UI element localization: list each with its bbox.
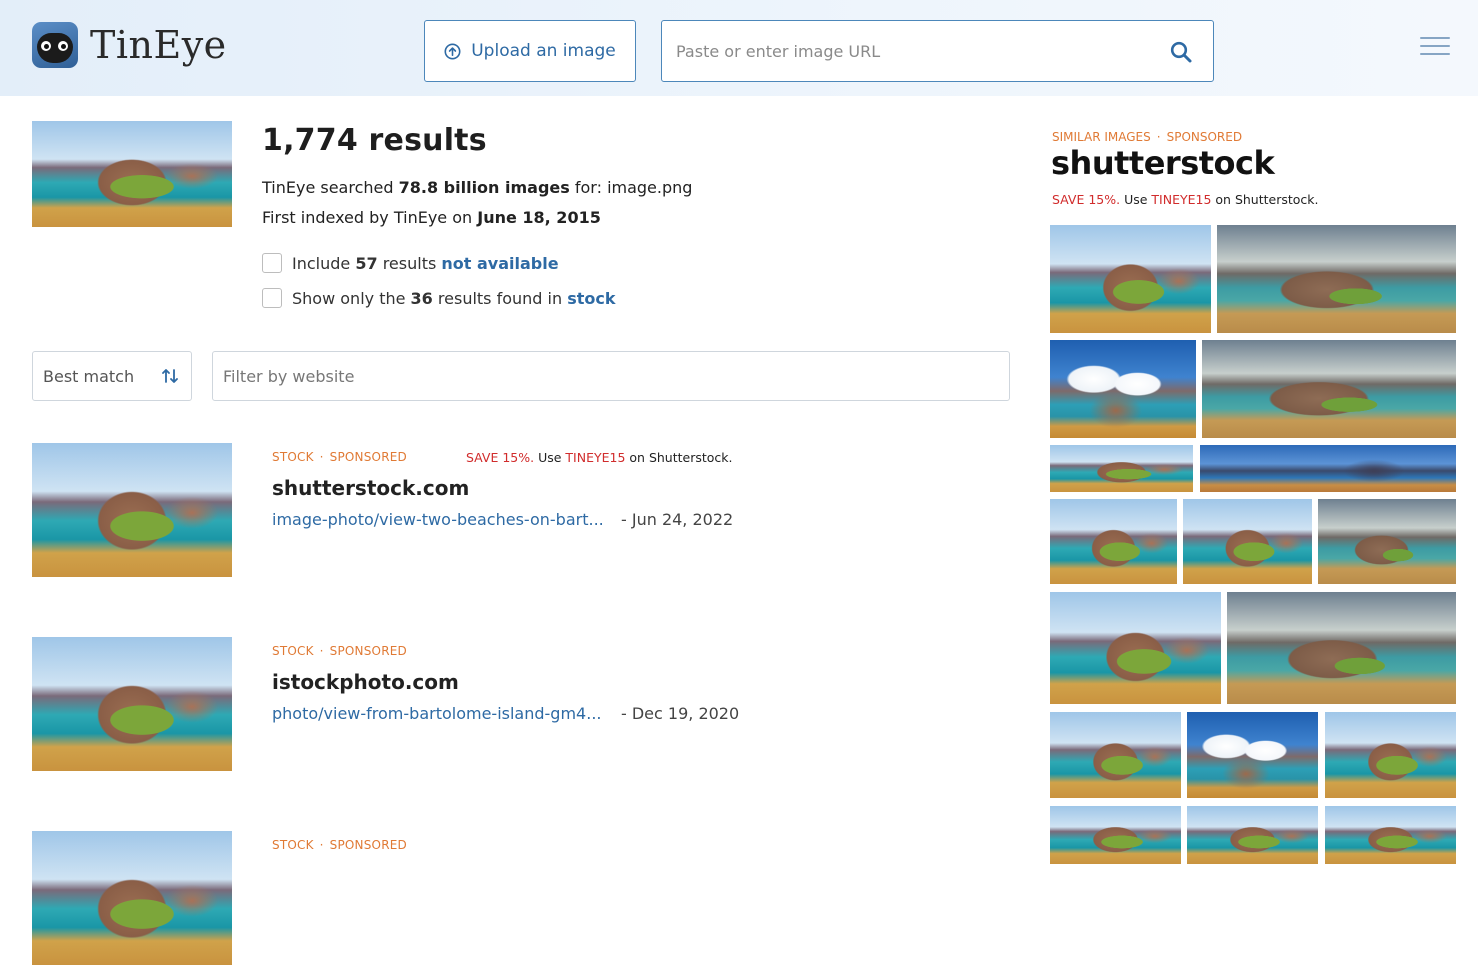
similar-image-thumbnail[interactable] bbox=[1050, 445, 1193, 492]
similar-image-thumbnail[interactable] bbox=[1227, 592, 1456, 704]
similar-image-thumbnail[interactable] bbox=[1200, 445, 1456, 492]
result-thumbnail[interactable] bbox=[32, 831, 232, 965]
sort-label: Best match bbox=[43, 366, 135, 386]
similar-image-thumbnail[interactable] bbox=[1325, 806, 1456, 864]
filter-website-field bbox=[212, 351, 1010, 401]
sort-arrows-icon bbox=[162, 369, 178, 383]
sidebar-promo: SAVE 15%. Use TINEYE15 on Shutterstock. bbox=[1052, 192, 1319, 207]
image-url-field bbox=[661, 20, 1214, 82]
similar-image-thumbnail[interactable] bbox=[1050, 340, 1196, 438]
hamburger-menu-icon[interactable] bbox=[1420, 37, 1450, 57]
stock-only-checkbox[interactable] bbox=[262, 288, 282, 308]
searched-info: TinEye searched 78.8 billion images for:… bbox=[262, 178, 693, 197]
similar-image-thumbnail[interactable] bbox=[1187, 712, 1318, 798]
image-url-input[interactable] bbox=[663, 22, 1143, 80]
similar-image-thumbnail[interactable] bbox=[1325, 712, 1456, 798]
sort-select[interactable]: Best match bbox=[32, 351, 192, 401]
not-available-link[interactable]: not available bbox=[441, 254, 558, 273]
result-date: - Jun 24, 2022 bbox=[621, 510, 734, 529]
similar-image-thumbnail[interactable] bbox=[1183, 499, 1312, 584]
result-thumbnail[interactable] bbox=[32, 443, 232, 577]
logo-text: TinEye bbox=[90, 23, 227, 67]
tineye-logo-icon bbox=[32, 22, 78, 68]
similar-image-thumbnail[interactable] bbox=[1187, 806, 1318, 864]
similar-image-thumbnail[interactable] bbox=[1318, 499, 1456, 584]
upload-arrow-icon bbox=[444, 43, 461, 59]
upload-image-button[interactable]: Upload an image bbox=[424, 20, 636, 82]
results-count: 1,774 results bbox=[262, 123, 487, 158]
similar-image-thumbnail[interactable] bbox=[1202, 340, 1456, 438]
similar-image-thumbnail[interactable] bbox=[1217, 225, 1456, 333]
result-promo: SAVE 15%. Use TINEYE15 on Shutterstock. bbox=[466, 450, 733, 465]
include-unavailable-checkbox[interactable] bbox=[262, 253, 282, 273]
similar-image-thumbnail[interactable] bbox=[1050, 712, 1181, 798]
result-site-name[interactable]: istockphoto.com bbox=[272, 670, 459, 694]
include-unavailable-option: Include 57 results not available bbox=[262, 253, 559, 273]
result-date: - Dec 19, 2020 bbox=[621, 704, 740, 723]
query-image-thumbnail bbox=[32, 121, 232, 227]
filter-website-input[interactable] bbox=[213, 352, 1009, 400]
sidebar-tags: SIMILAR IMAGES · SPONSORED bbox=[1052, 130, 1243, 144]
similar-image-thumbnail[interactable] bbox=[1050, 806, 1181, 864]
result-tags: STOCK · SPONSORED bbox=[272, 450, 407, 464]
stock-link[interactable]: stock bbox=[567, 289, 615, 308]
search-icon[interactable] bbox=[1169, 40, 1193, 64]
result-tags: STOCK · SPONSORED bbox=[272, 644, 407, 658]
result-link[interactable]: photo/view-from-bartolome-island-gm4... bbox=[272, 704, 601, 723]
first-indexed-info: First indexed by TinEye on June 18, 2015 bbox=[262, 208, 601, 227]
stock-only-option: Show only the 36 results found in stock bbox=[262, 288, 616, 308]
result-link[interactable]: image-photo/view-two-beaches-on-bart... bbox=[272, 510, 604, 529]
result-tags: STOCK · SPONSORED bbox=[272, 838, 407, 852]
similar-image-thumbnail[interactable] bbox=[1050, 499, 1177, 584]
shutterstock-logo[interactable]: shutterstock bbox=[1051, 144, 1275, 182]
result-site-name[interactable]: shutterstock.com bbox=[272, 476, 469, 500]
similar-image-thumbnail[interactable] bbox=[1050, 225, 1211, 333]
tineye-logo[interactable]: TinEye bbox=[32, 22, 227, 68]
similar-image-thumbnail[interactable] bbox=[1050, 592, 1221, 704]
upload-button-label: Upload an image bbox=[471, 41, 616, 61]
top-header: TinEye Upload an image bbox=[0, 0, 1478, 96]
result-thumbnail[interactable] bbox=[32, 637, 232, 771]
